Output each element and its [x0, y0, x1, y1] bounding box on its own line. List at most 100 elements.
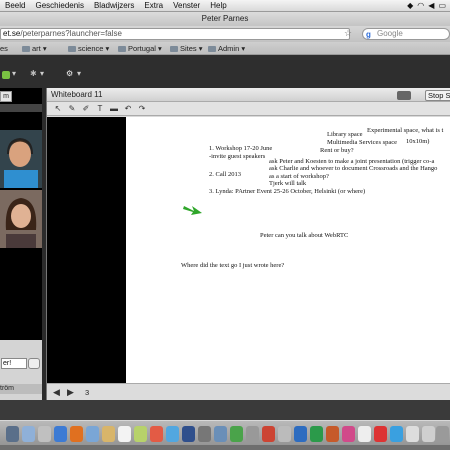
- app-icon[interactable]: [358, 426, 371, 442]
- participants-panel: m er! tröm: [0, 88, 42, 402]
- gear-icon[interactable]: ⚙: [66, 69, 73, 78]
- excel-icon[interactable]: [310, 426, 323, 442]
- participant-video-woman[interactable]: [0, 190, 42, 248]
- note-experimental-space: Experimental space, what is t: [367, 127, 444, 134]
- folder-icon: [170, 46, 178, 53]
- menu-venster[interactable]: Venster: [168, 1, 205, 10]
- panel-button[interactable]: m: [0, 91, 12, 102]
- text-tool-icon[interactable]: T: [95, 104, 105, 114]
- whiteboard-window: Whiteboard 11 Stop Sh ↖ ✎ ✐ T ▬ ↶ ↷ Libr…: [46, 88, 450, 400]
- redo-icon[interactable]: ↷: [137, 104, 147, 114]
- whiteboard-canvas[interactable]: Library space Experimental space, what i…: [126, 117, 450, 383]
- messages-icon[interactable]: [166, 426, 179, 442]
- calendar-icon[interactable]: [118, 426, 131, 442]
- safari-icon[interactable]: [38, 426, 51, 442]
- pen-icon[interactable]: ✎: [67, 104, 77, 114]
- menu-extra[interactable]: Extra: [139, 1, 168, 10]
- note-rent-or-buy: Rent or buy?: [320, 147, 354, 154]
- wifi-icon[interactable]: ◠: [417, 1, 424, 10]
- vpn-icon[interactable]: [182, 426, 195, 442]
- launchpad-icon[interactable]: [22, 426, 35, 442]
- firefox-icon[interactable]: [70, 426, 83, 442]
- dropdown-arrow-icon[interactable]: ▾: [77, 69, 81, 78]
- rectangle-icon[interactable]: ▬: [109, 104, 119, 114]
- search-field[interactable]: g Google: [362, 28, 450, 40]
- preview-icon[interactable]: [214, 426, 227, 442]
- bookmark-es[interactable]: es: [0, 43, 8, 54]
- note-invite-speakers: -invite guest speakers: [209, 153, 266, 160]
- bookmark-sites[interactable]: Sites ▾: [170, 43, 203, 54]
- downloads-folder-icon[interactable]: [422, 426, 435, 442]
- bookmark-label: Portugal: [128, 44, 156, 53]
- folder-icon: [22, 46, 30, 53]
- note-size: 10x10m): [406, 138, 430, 145]
- bookmark-art[interactable]: art ▾: [22, 43, 47, 54]
- contacts-icon[interactable]: [102, 426, 115, 442]
- notes-icon[interactable]: [134, 426, 147, 442]
- status-icons: ◆ ◠ ◀ ▭: [407, 1, 450, 10]
- undo-icon[interactable]: ↶: [123, 104, 133, 114]
- menu-bladwijzers[interactable]: Bladwijzers: [89, 1, 139, 10]
- menu-beeld[interactable]: Beeld: [0, 1, 30, 10]
- previous-page-icon[interactable]: ◀: [53, 387, 60, 398]
- pointer-icon[interactable]: ↖: [53, 104, 63, 114]
- dropbox-icon[interactable]: ◆: [407, 1, 413, 10]
- app-icon[interactable]: [278, 426, 291, 442]
- bookmarks-bar: es art ▾ science ▾ Portugal ▾ Sites ▾ Ad…: [0, 42, 450, 55]
- page-number: 3: [85, 388, 90, 397]
- chat-send-button[interactable]: [28, 358, 40, 369]
- whiteboard-toolbar: ↖ ✎ ✐ T ▬ ↶ ↷: [47, 102, 450, 116]
- dropdown-arrow-icon[interactable]: ▾: [12, 69, 16, 78]
- bookmark-star-icon[interactable]: ☆: [344, 28, 352, 39]
- menu-geschiedenis[interactable]: Geschiedenis: [30, 1, 88, 10]
- bookmark-science[interactable]: science ▾: [68, 43, 109, 54]
- facetime-icon[interactable]: [230, 426, 243, 442]
- app-icon[interactable]: [262, 426, 275, 442]
- finder-icon[interactable]: [6, 426, 19, 442]
- terminal-icon[interactable]: [246, 426, 259, 442]
- chat-input[interactable]: er!: [1, 358, 27, 369]
- bookmark-label: Admin: [218, 44, 240, 53]
- green-arrow-icon: [183, 206, 202, 215]
- dock-shelf: [0, 445, 450, 450]
- desktop-background: [0, 400, 450, 420]
- battery-icon[interactable]: ▭: [438, 1, 446, 10]
- url-field[interactable]: et.se/peterparnes?launcher=false: [0, 28, 350, 40]
- settings-icon[interactable]: ✱: [30, 69, 37, 78]
- stop-sharing-button[interactable]: Stop Sh: [425, 90, 450, 101]
- search-placeholder: Google: [377, 29, 403, 38]
- mail-icon[interactable]: [86, 426, 99, 442]
- folder-icon: [118, 46, 126, 53]
- note-partner-event: 3. Lynda: PArtner Event 25-26 October, H…: [209, 188, 366, 195]
- dock: [0, 420, 450, 450]
- word-icon[interactable]: [294, 426, 307, 442]
- participant-video-man[interactable]: [0, 130, 42, 188]
- bookmark-portugal[interactable]: Portugal ▾: [118, 43, 162, 54]
- acrobat-icon[interactable]: [374, 426, 387, 442]
- menu-help[interactable]: Help: [205, 1, 231, 10]
- whiteboard-title: Whiteboard 11: [47, 88, 450, 102]
- photo-icon[interactable]: [150, 426, 163, 442]
- next-page-icon[interactable]: ▶: [67, 387, 74, 398]
- bookmark-admin[interactable]: Admin ▾: [208, 43, 245, 54]
- note-library-space: Library space: [327, 131, 363, 138]
- menu-bar: Beeld Geschiedenis Bladwijzers Extra Ven…: [0, 0, 450, 12]
- panel-divider: [0, 104, 42, 112]
- resize-grip-icon[interactable]: [397, 91, 411, 100]
- app-icon[interactable]: [342, 426, 355, 442]
- bookmark-label: Sites: [180, 44, 197, 53]
- note-call-2013: 2. Call 2013: [209, 171, 241, 178]
- chrome-icon[interactable]: [54, 426, 67, 442]
- volume-icon[interactable]: ◀: [428, 1, 434, 10]
- address-bar-row: et.se/peterparnes?launcher=false ☆ g Goo…: [0, 26, 450, 42]
- powerpoint-icon[interactable]: [326, 426, 339, 442]
- brush-icon[interactable]: ✐: [81, 104, 91, 114]
- skype-icon[interactable]: [390, 426, 403, 442]
- trash-icon[interactable]: [436, 426, 449, 442]
- green-status-icon[interactable]: [2, 71, 10, 79]
- google-icon: g: [366, 30, 371, 39]
- url-host: et.se: [3, 29, 21, 38]
- dropdown-arrow-icon[interactable]: ▾: [40, 69, 44, 78]
- documents-folder-icon[interactable]: [406, 426, 419, 442]
- system-preferences-icon[interactable]: [198, 426, 211, 442]
